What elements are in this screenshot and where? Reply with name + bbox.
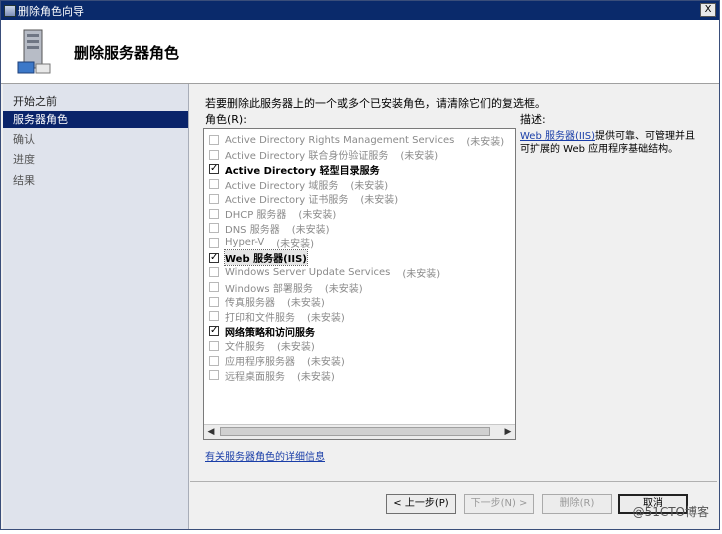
wizard-header: 删除服务器角色 <box>1 20 719 84</box>
role-row[interactable]: 远程桌面服务 (未安装) <box>209 368 335 383</box>
wizard-content: 若要删除此服务器上的一个或多个已安装角色，请清除它们的复选框。 角色(R): 描… <box>190 84 717 529</box>
checked-checkbox[interactable]: ✓ <box>209 326 219 337</box>
scroll-left-icon[interactable]: ◀ <box>204 425 218 439</box>
role-status: (未安装) <box>277 342 315 354</box>
role-name: Active Directory Rights Management Servi… <box>225 134 455 146</box>
app-icon <box>4 4 16 17</box>
role-status: (未安装) <box>307 312 345 324</box>
role-row[interactable]: 文件服务 (未安装) <box>209 339 315 353</box>
role-name: DNS 服务器 <box>225 224 280 236</box>
role-status: (未安装) <box>307 357 345 368</box>
unchecked-checkbox[interactable] <box>209 208 219 219</box>
wizard-sidebar: 开始之前 服务器角色 确认 进度 结果 <box>3 84 189 529</box>
description-role-link[interactable]: Web 服务器(IIS) <box>520 131 595 142</box>
role-status: (未安装) <box>466 136 505 148</box>
role-status: (未安装) <box>402 268 441 280</box>
sidebar-item-server-roles[interactable]: 服务器角色 <box>3 111 188 128</box>
unchecked-checkbox[interactable] <box>209 223 219 234</box>
role-name: Windows Server Update Services <box>225 266 391 278</box>
unchecked-checkbox[interactable] <box>209 237 219 248</box>
unchecked-checkbox[interactable] <box>209 340 219 351</box>
role-status: (未安装) <box>298 210 337 221</box>
role-name: 打印和文件服务 <box>225 312 295 324</box>
instruction-text: 若要删除此服务器上的一个或多个已安装角色，请清除它们的复选框。 <box>205 97 546 110</box>
title-bar: 删除角色向导 X <box>1 1 719 20</box>
role-row[interactable]: DHCP 服务器 (未安装) <box>209 207 336 221</box>
unchecked-checkbox[interactable] <box>209 193 219 204</box>
role-row[interactable]: Hyper-V (未安装) <box>209 236 314 250</box>
wizard-window: 删除角色向导 X 删除服务器角色 开始之前 服务器角色 确认 进度 结果 若要删… <box>0 0 720 530</box>
role-row[interactable]: Active Directory 证书服务 (未安装) <box>209 192 398 206</box>
footer-divider <box>190 481 717 482</box>
page-title: 删除服务器角色 <box>74 44 180 62</box>
role-status: (未安装) <box>324 283 363 295</box>
scroll-thumb[interactable] <box>220 427 490 436</box>
role-row[interactable]: ✓ 网络策略和访问服务 <box>209 324 315 339</box>
role-status: (未安装) <box>276 239 315 251</box>
checked-checkbox[interactable]: ✓ <box>209 252 219 263</box>
sidebar-item-results: 结果 <box>13 174 35 187</box>
role-name: DHCP 服务器 <box>225 210 287 221</box>
horizontal-scrollbar[interactable]: ◀ ▶ <box>204 424 515 439</box>
roles-listbox[interactable]: Active Directory Rights Management Servi… <box>203 128 516 440</box>
role-status: (未安装) <box>297 371 335 383</box>
role-row[interactable]: 应用程序服务器 (未安装) <box>209 354 345 368</box>
close-button[interactable]: X <box>700 3 716 17</box>
roles-label: 角色(R): <box>205 113 247 126</box>
checked-checkbox[interactable]: ✓ <box>209 164 219 175</box>
more-info-link[interactable]: 有关服务器角色的详细信息 <box>205 448 325 463</box>
sidebar-item-progress: 进度 <box>13 153 35 166</box>
unchecked-checkbox[interactable] <box>209 149 219 160</box>
role-name: Windows 部署服务 <box>225 283 313 295</box>
role-status: (未安装) <box>350 180 389 192</box>
role-row[interactable]: Windows Server Update Services (未安装) <box>209 265 441 280</box>
role-status: (未安装) <box>291 224 330 236</box>
description-label: 描述: <box>520 113 546 126</box>
unchecked-checkbox[interactable] <box>209 370 219 381</box>
role-name: Active Directory 联合身份验证服务 <box>225 151 389 163</box>
role-name: 网络策略和访问服务 <box>225 327 315 339</box>
role-name: Active Directory 域服务 <box>225 180 339 192</box>
sidebar-item-before-you-begin[interactable]: 开始之前 <box>3 93 188 110</box>
role-row[interactable]: ✓ Active Directory 轻型目录服务 <box>209 162 380 177</box>
role-name: 文件服务 <box>225 342 265 354</box>
role-name: 远程桌面服务 <box>225 371 285 383</box>
role-row[interactable]: DNS 服务器 (未安装) <box>209 221 330 236</box>
unchecked-checkbox[interactable] <box>209 296 219 307</box>
unchecked-checkbox[interactable] <box>209 267 219 278</box>
scroll-right-icon[interactable]: ▶ <box>501 425 515 439</box>
role-status: (未安装) <box>400 151 439 163</box>
role-name: Active Directory 证书服务 <box>225 195 349 207</box>
unchecked-checkbox[interactable] <box>209 282 219 292</box>
previous-button[interactable]: < 上一步(P) <box>386 494 456 514</box>
unchecked-checkbox[interactable] <box>209 179 219 190</box>
role-row[interactable]: Active Directory Rights Management Servi… <box>209 133 505 148</box>
role-description: Web 服务器(IIS)提供可靠、可管理并且可扩展的 Web 应用程序基础结构。 <box>520 130 700 156</box>
role-name: Web 服务器(IIS) <box>224 249 308 267</box>
role-row[interactable]: 传真服务器 (未安装) <box>209 295 325 309</box>
role-name: 传真服务器 <box>225 298 275 310</box>
unchecked-checkbox[interactable] <box>209 355 219 366</box>
role-row[interactable]: ✓ Web 服务器(IIS) <box>209 249 308 267</box>
watermark: @51CTO博客 <box>632 505 709 519</box>
server-icon <box>17 29 51 74</box>
role-row[interactable]: Active Directory 域服务 (未安装) <box>209 177 389 192</box>
unchecked-checkbox[interactable] <box>209 311 219 322</box>
role-row[interactable]: Active Directory 联合身份验证服务 (未安装) <box>209 148 438 162</box>
sidebar-item-confirmation: 确认 <box>13 133 35 146</box>
role-row[interactable]: Windows 部署服务 (未安装) <box>209 280 363 295</box>
next-button[interactable]: 下一步(N) > <box>464 494 534 514</box>
role-status: (未安装) <box>287 298 325 310</box>
role-name: 应用程序服务器 <box>225 357 295 368</box>
role-name: Active Directory 轻型目录服务 <box>225 165 380 177</box>
remove-button[interactable]: 删除(R) <box>542 494 612 514</box>
window-title: 删除角色向导 <box>18 4 84 18</box>
role-row[interactable]: 打印和文件服务 (未安装) <box>209 309 345 324</box>
unchecked-checkbox[interactable] <box>209 135 219 145</box>
role-name: Hyper-V <box>225 237 265 249</box>
role-status: (未安装) <box>360 195 399 207</box>
